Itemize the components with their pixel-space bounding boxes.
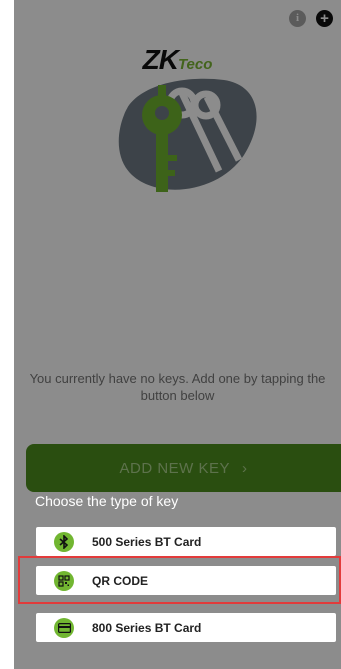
- bluetooth-icon: [54, 531, 74, 552]
- highlight-box: [18, 556, 341, 604]
- option-label: 500 Series BT Card: [92, 534, 202, 549]
- option-500-series-bt-card[interactable]: 500 Series BT Card: [36, 527, 336, 556]
- card-icon: [54, 617, 74, 638]
- app-screen: i + ZKTeco You currently have no keys. A…: [14, 0, 341, 669]
- option-800-series-bt-card[interactable]: 800 Series BT Card: [36, 613, 336, 642]
- key-type-sheet-title: Choose the type of key: [35, 493, 179, 509]
- option-label: 800 Series BT Card: [92, 620, 202, 635]
